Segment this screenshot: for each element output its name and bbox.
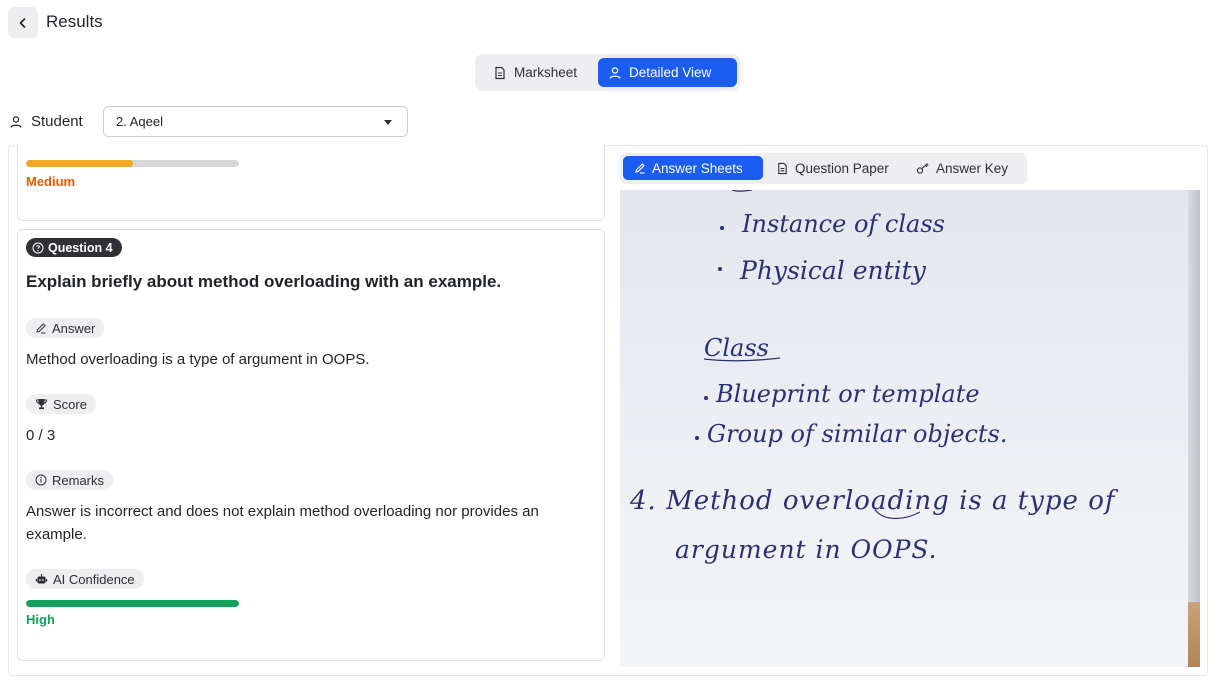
ai-confidence-fill (26, 600, 239, 607)
caret-down-icon (384, 120, 392, 125)
ai-confidence-fill (26, 160, 133, 167)
score-chip: Score (26, 394, 96, 414)
detailed-view-tab[interactable]: Detailed View (598, 58, 737, 87)
trophy-icon (35, 399, 48, 410)
student-label: Student (9, 113, 83, 130)
answer-label: Answer (52, 320, 96, 336)
document-icon (778, 162, 787, 174)
remarks-line-2: example. (26, 526, 87, 543)
student-label-text: Student (31, 113, 83, 130)
answer-chip: Answer (26, 318, 105, 338)
student-select[interactable]: 2. Aqeel (103, 106, 408, 137)
ai-confidence-label: AI Confidence (53, 571, 135, 587)
ai-confidence-level: High (26, 612, 55, 627)
tab-answer-sheets-label: Answer Sheets (652, 160, 743, 176)
chevron-left-icon (19, 17, 26, 28)
page-title: Results (46, 12, 103, 31)
tab-answer-key-label: Answer Key (936, 160, 1009, 176)
remarks-chip: Remarks (26, 470, 114, 490)
user-icon (10, 115, 22, 128)
ai-confidence-bar (26, 600, 239, 607)
document-icon (495, 66, 505, 79)
marksheet-label: Marksheet (514, 65, 578, 80)
score-label: Score (53, 396, 87, 412)
question-text: Explain briefly about method overloading… (26, 272, 502, 291)
help-circle-icon (32, 242, 44, 253)
remarks-label: Remarks (52, 472, 105, 488)
view-toggle: Marksheet Detailed View (475, 54, 741, 91)
remarks-text: Answer is incorrect and does not explain… (26, 500, 539, 546)
ai-confidence-bar (26, 160, 239, 167)
robot-icon (35, 574, 48, 584)
question-card: Question 4 Explain briefly about method … (17, 229, 605, 661)
pencil-icon (635, 163, 645, 174)
detailed-view-label: Detailed View (629, 65, 712, 80)
ai-confidence-chip: AI Confidence (26, 569, 144, 589)
tab-question-paper[interactable]: Question Paper (768, 156, 898, 180)
key-icon (916, 162, 929, 174)
tab-answer-key[interactable]: Answer Key (908, 156, 1020, 180)
tab-answer-sheets[interactable]: Answer Sheets (623, 156, 763, 180)
score-value: 0 / 3 (26, 427, 56, 444)
answer-text: Method overloading is a type of argument… (26, 351, 370, 368)
pencil-icon (36, 323, 46, 334)
marksheet-tab[interactable]: Marksheet (483, 58, 595, 87)
ai-confidence-level: Medium (26, 174, 76, 189)
user-icon (609, 66, 621, 79)
previous-question-card: Medium (17, 145, 605, 221)
answer-sheet-image: Instance of class Physical entity Class … (620, 190, 1200, 667)
student-selected-value: 2. Aqeel (116, 114, 163, 129)
tab-question-paper-label: Question Paper (795, 160, 889, 176)
question-number: Question 4 (48, 240, 113, 255)
info-icon (35, 474, 47, 486)
sheet-tabs: Answer Sheets Question Paper Answer Key (620, 153, 1027, 184)
back-button[interactable] (8, 7, 38, 38)
remarks-line-1: Answer is incorrect and does not explain… (26, 503, 539, 520)
question-badge: Question 4 (26, 238, 122, 257)
